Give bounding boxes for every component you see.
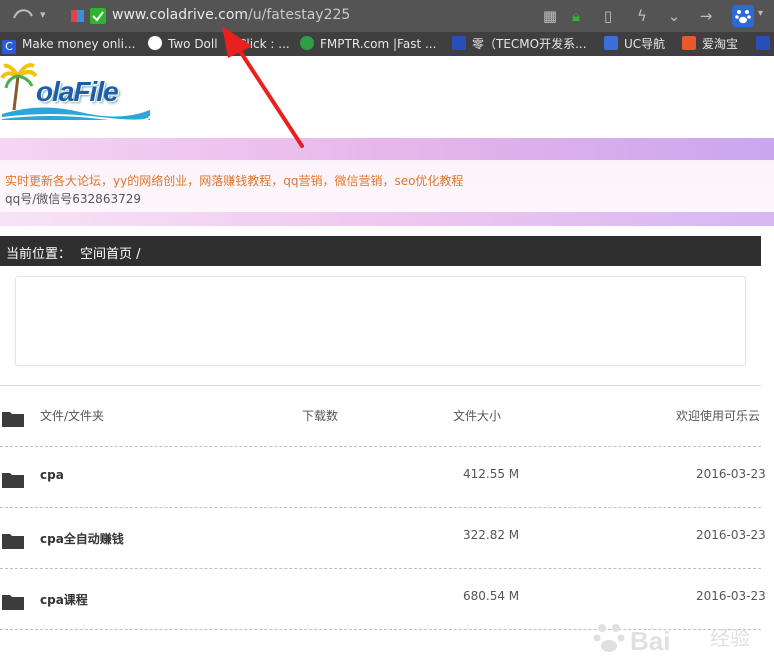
file-size: 412.55 M	[463, 467, 520, 481]
breadcrumb-link-home[interactable]: 空间首页 /	[80, 243, 141, 262]
bookmark-favicon-icon	[452, 36, 466, 50]
secure-check-icon	[90, 8, 106, 24]
file-date: 2016-03-23	[696, 467, 766, 481]
announcement-text: 实时更新各大论坛，yy的网络创业，网落赚钱教程，qq营销，微信营销，seo优化教…	[5, 174, 464, 188]
bookmark-item[interactable]: Click : ...	[238, 36, 290, 52]
folder-name-link[interactable]: cpa	[40, 468, 64, 482]
site-logo[interactable]: olaFile	[0, 62, 160, 126]
bookmark-favicon-icon: C	[2, 40, 16, 54]
table-header: 文件/文件夹 下载数 文件大小 欢迎使用可乐云	[0, 386, 761, 446]
banner-stripe-top	[0, 138, 774, 160]
bookmark-label: Click : ...	[238, 37, 290, 51]
chevron-down-icon[interactable]: ▾	[40, 8, 46, 21]
bookmark-favicon-icon	[300, 36, 314, 50]
folder-name-link[interactable]: cpa课程	[40, 591, 88, 608]
url-path: /u/fatestay225	[248, 7, 351, 23]
paw-watermark-icon	[593, 624, 625, 652]
header-welcome: 欢迎使用可乐云	[676, 409, 761, 423]
breadcrumb: 当前位置： 空间首页 /	[0, 236, 761, 266]
site-favicon-icon	[71, 10, 84, 22]
breadcrumb-label: 当前位置：	[6, 247, 72, 262]
file-size: 322.82 M	[463, 528, 520, 542]
bookmark-label: Two Doll	[168, 37, 218, 51]
bookmark-label: 爱淘宝	[702, 37, 739, 51]
folder-icon[interactable]	[1, 530, 25, 550]
lightning-icon[interactable]: ϟ	[632, 6, 652, 26]
file-size: 680.54 M	[463, 589, 520, 603]
bookmark-item[interactable]: 爱淘宝	[682, 36, 738, 52]
logo-text: olaFile	[36, 76, 119, 107]
bookmark-favicon-icon	[682, 36, 696, 50]
lock-icon[interactable]: 🔒︎	[566, 6, 586, 26]
bookmark-item[interactable]: FMPTR.com |Fast ...	[300, 36, 436, 52]
folder-name-link[interactable]: cpa全自动赚钱	[40, 530, 124, 547]
bookmark-label: 零（TECMO开发系...	[472, 37, 587, 51]
chevron-down-icon[interactable]: ⌄	[664, 6, 684, 26]
folder-icon	[2, 412, 24, 427]
header-downloads[interactable]: 下载数	[302, 407, 338, 424]
qr-code-icon[interactable]: ▦	[540, 6, 560, 26]
bookmark-item[interactable]	[756, 36, 774, 52]
watermark-text: Bai	[630, 626, 671, 656]
space-announcement: 实时更新各大论坛，yy的网络创业，网落赚钱教程，qq营销，微信营销，seo优化教…	[0, 160, 774, 216]
bookmarks-bar: C Make money onli... Two Doll Click : ...…	[0, 32, 774, 56]
notice-box	[15, 276, 746, 366]
bookmark-favicon-icon	[148, 36, 162, 50]
file-date: 2016-03-23	[696, 589, 766, 603]
browser-toolbar: ▾ www.coladrive.com/u/fatestay225 ▦ 🔒︎ ▯…	[0, 0, 774, 32]
bookmark-item[interactable]: C Make money onli...	[2, 36, 136, 54]
header-name[interactable]: 文件/文件夹	[40, 407, 104, 424]
folder-icon[interactable]	[1, 591, 25, 611]
baidu-paw-icon[interactable]	[732, 5, 754, 27]
folder-icon[interactable]	[1, 469, 25, 489]
page-content: olaFile 实时更新各大论坛，yy的网络创业，网落赚钱教程，qq营销，微信营…	[0, 56, 774, 656]
table-row[interactable]: cpa 412.55 M 2016-03-23	[0, 447, 766, 507]
bookmark-favicon-icon	[604, 36, 618, 50]
banner-stripe-bottom	[0, 212, 774, 226]
address-bar[interactable]: www.coladrive.com/u/fatestay225	[64, 4, 534, 28]
bookmark-favicon-icon	[756, 36, 770, 50]
bookmark-item[interactable]: UC导航	[604, 36, 665, 52]
baidu-watermark: Bai 经验	[590, 616, 770, 666]
contact-text: qq号/微信号632863729	[5, 192, 141, 206]
bookmark-label: UC导航	[624, 37, 666, 51]
bookmark-item[interactable]: Two Doll	[148, 36, 218, 52]
bookmark-label: FMPTR.com |Fast ...	[320, 37, 437, 51]
header-size[interactable]: 文件大小	[453, 407, 501, 424]
url-host: www.coladrive.com	[112, 7, 249, 23]
table-row[interactable]: cpa全自动赚钱 322.82 M 2016-03-23	[0, 508, 766, 568]
chevron-down-icon[interactable]: ▾	[758, 8, 763, 19]
url-text[interactable]: www.coladrive.com/u/fatestay225	[112, 7, 350, 23]
reader-icon[interactable]: ▯	[598, 6, 618, 26]
forward-arrow-icon[interactable]: →	[696, 6, 716, 26]
back-icon[interactable]	[10, 6, 36, 26]
bookmark-label: Make money onli...	[22, 37, 136, 51]
file-date: 2016-03-23	[696, 528, 766, 542]
watermark-subtext: 经验	[710, 626, 750, 650]
bookmark-item[interactable]: 零（TECMO开发系...	[452, 36, 587, 52]
